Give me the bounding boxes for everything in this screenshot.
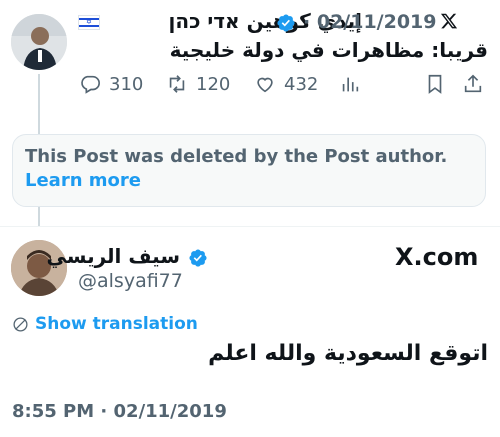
retweet-button[interactable]: 120 [166, 72, 230, 96]
learn-more-link[interactable]: Learn more [25, 170, 141, 191]
share-icon [464, 74, 482, 93]
verified-badge-icon [189, 249, 207, 267]
views-button[interactable] [339, 72, 361, 96]
bar-chart-icon [342, 77, 359, 92]
author-handle[interactable]: @alsyafi77 [78, 270, 183, 292]
like-count: 432 [284, 73, 319, 95]
reply-count: 310 [109, 73, 144, 95]
retweet-icon [169, 75, 185, 93]
heart-icon [257, 77, 273, 93]
x-logo-icon[interactable] [440, 12, 458, 30]
bookmark-icon [428, 74, 442, 94]
bookmark-button[interactable] [424, 72, 446, 96]
tweet-timestamp[interactable]: 8:55 PM · 02/11/2019 [12, 401, 227, 422]
show-translation-button[interactable]: Show translation [12, 314, 198, 334]
deleted-post-notice: This Post was deleted by the Post author… [12, 134, 486, 207]
globe-icon [13, 316, 28, 332]
retweet-count: 120 [196, 73, 231, 95]
tweet-date[interactable]: · 02/11/2019 [303, 11, 436, 33]
author-name[interactable]: سيف الريسي [46, 244, 180, 268]
verified-badge-icon [277, 14, 295, 32]
divider [0, 226, 500, 227]
tweet-text: اتوقع السعودية والله اعلم [208, 341, 488, 366]
show-translation-label: Show translation [35, 314, 198, 334]
reply-icon [81, 75, 100, 94]
avatar[interactable] [11, 14, 67, 70]
reply-button[interactable]: 310 [79, 72, 143, 96]
deleted-notice-text: This Post was deleted by the Post author… [25, 146, 448, 167]
israel-flag-icon: ✡ [78, 15, 100, 30]
platform-label: X.com [395, 243, 479, 271]
tweet-text: قريبا: مظاهرات في دولة خليجية [169, 38, 488, 62]
like-button[interactable]: 432 [254, 72, 318, 96]
share-button[interactable] [462, 72, 484, 96]
